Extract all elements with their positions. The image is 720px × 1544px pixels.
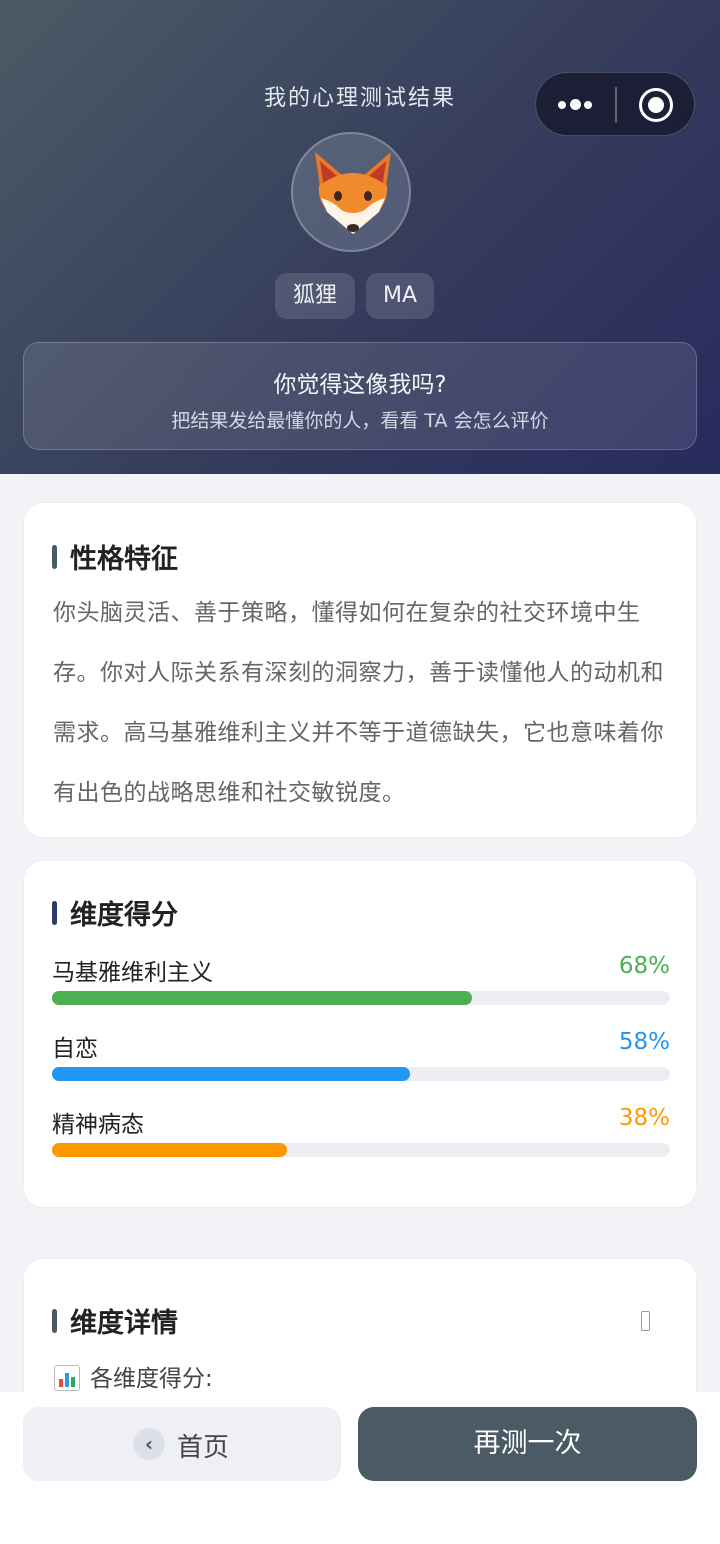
title-accent-bar bbox=[52, 901, 57, 925]
bottom-action-bar: ‹ 首页 再测一次 bbox=[0, 1392, 720, 1544]
more-dots-icon[interactable] bbox=[536, 73, 616, 137]
score-progress-track bbox=[52, 991, 670, 1005]
score-progress-track bbox=[52, 1143, 670, 1157]
score-row: 自恋 58% bbox=[52, 1029, 670, 1089]
score-progress-fill bbox=[52, 1067, 411, 1081]
score-label: 自恋 bbox=[52, 1036, 98, 1062]
share-title: 你觉得这像我吗? bbox=[273, 372, 447, 398]
score-label: 精神病态 bbox=[52, 1112, 144, 1138]
title-accent-bar bbox=[52, 1309, 57, 1333]
retry-button[interactable]: 再测一次 bbox=[358, 1407, 697, 1481]
traits-card: 性格特征 你头脑灵活、善于策略，懂得如何在复杂的社交环境中生存。你对人际关系有深… bbox=[23, 502, 697, 838]
bar-chart-icon bbox=[54, 1365, 80, 1391]
title-accent-bar bbox=[52, 545, 57, 569]
score-progress-track bbox=[52, 1067, 670, 1081]
mini-program-capsule bbox=[535, 72, 695, 136]
tag-type: MA bbox=[366, 273, 434, 319]
home-button[interactable]: ‹ 首页 bbox=[23, 1407, 341, 1481]
score-row: 马基雅维利主义 68% bbox=[52, 953, 670, 1013]
fox-icon bbox=[315, 152, 391, 234]
home-button-label: 首页 bbox=[177, 1433, 230, 1463]
target-close-icon[interactable] bbox=[616, 73, 696, 137]
share-prompt-card[interactable]: 你觉得这像我吗? 把结果发给最懂你的人，看看 TA 会怎么评价 bbox=[23, 342, 697, 450]
score-percent: 38% bbox=[618, 1105, 670, 1131]
avatar bbox=[291, 132, 411, 252]
score-percent: 68% bbox=[618, 953, 670, 979]
score-progress-fill bbox=[52, 991, 473, 1005]
share-subtitle: 把结果发给最懂你的人，看看 TA 会怎么评价 bbox=[171, 410, 549, 432]
expand-icon[interactable] bbox=[641, 1311, 650, 1331]
chevron-left-icon: ‹ bbox=[133, 1428, 165, 1460]
score-row: 精神病态 38% bbox=[52, 1105, 670, 1165]
details-subtitle: 各维度得分: bbox=[54, 1359, 213, 1393]
score-percent: 58% bbox=[618, 1029, 670, 1055]
result-header: 我的心理测试结果 狐狸 MA 你觉得这像我吗? 把结果发给最懂你的人，看看 TA… bbox=[0, 0, 720, 474]
tag-animal: 狐狸 bbox=[275, 273, 355, 319]
score-progress-fill bbox=[52, 1143, 287, 1157]
scores-card: 维度得分 马基雅维利主义 68% 自恋 58% 精神病态 38% bbox=[23, 860, 697, 1208]
score-label: 马基雅维利主义 bbox=[52, 960, 213, 986]
traits-description: 你头脑灵活、善于策略，懂得如何在复杂的社交环境中生存。你对人际关系有深刻的洞察力… bbox=[53, 600, 664, 806]
